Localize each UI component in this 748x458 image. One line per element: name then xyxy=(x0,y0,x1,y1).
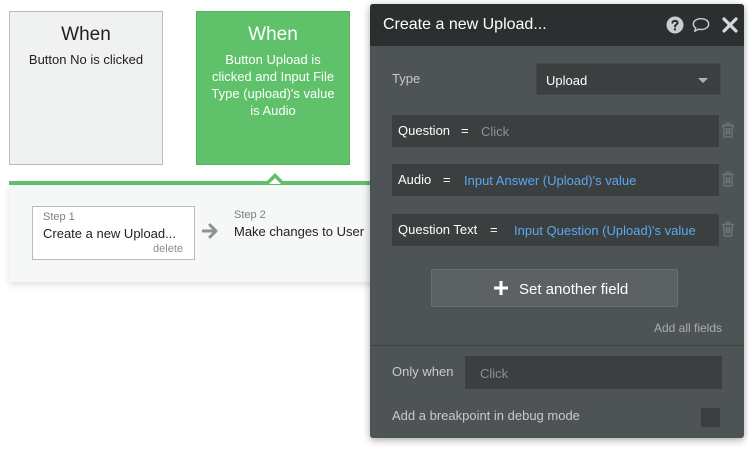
trash-icon[interactable] xyxy=(721,221,735,237)
divider xyxy=(370,345,744,346)
field-value-input[interactable]: Click xyxy=(481,124,509,139)
help-icon[interactable] xyxy=(666,16,684,34)
popup-header: Create a new Upload... xyxy=(370,4,744,46)
event-title: When xyxy=(61,24,111,45)
step-number-label: Step 1 xyxy=(43,211,75,223)
field-equals: = xyxy=(490,222,498,237)
type-label: Type xyxy=(392,71,421,86)
event-description: Button Upload is clicked and Input File … xyxy=(211,52,335,118)
type-select-value: Upload xyxy=(546,73,588,88)
arrow-right-icon xyxy=(202,223,218,239)
trash-icon[interactable] xyxy=(721,122,735,138)
plus-icon xyxy=(494,281,508,295)
field-row-question-text[interactable]: Question Text = Input Question (Upload)'… xyxy=(392,214,719,246)
step-number-label: Step 2 xyxy=(234,209,266,221)
breakpoint-checkbox[interactable] xyxy=(701,408,720,427)
only-when-label: Only when xyxy=(392,364,454,379)
add-all-fields-link[interactable]: Add all fields xyxy=(654,321,722,335)
breakpoint-label: Add a breakpoint in debug mode xyxy=(392,408,580,423)
chevron-down-icon xyxy=(698,78,708,83)
selected-event-caret-inner xyxy=(269,178,281,184)
steps-panel: Step 1 Create a new Upload... delete Ste… xyxy=(9,185,379,282)
field-equals: = xyxy=(461,123,469,138)
only-when-input[interactable]: Click xyxy=(465,356,722,389)
set-another-field-button[interactable]: Set another field xyxy=(431,269,678,307)
field-value-input[interactable]: Input Question (Upload)'s value xyxy=(514,223,696,238)
event-card-button-no[interactable]: When Button No is clicked xyxy=(9,11,163,165)
step-2-title[interactable]: Make changes to User xyxy=(234,224,364,239)
field-name: Question xyxy=(398,123,451,138)
workflow-editor: When Button No is clicked When Button Up… xyxy=(0,0,748,458)
field-row-audio[interactable]: Audio = Input Answer (Upload)'s value xyxy=(392,164,719,196)
field-equals: = xyxy=(443,172,451,187)
event-title: When xyxy=(248,24,298,45)
only-when-placeholder: Click xyxy=(480,366,509,381)
event-card-button-upload[interactable]: When Button Upload is clicked and Input … xyxy=(196,11,350,165)
popup-title: Create a new Upload... xyxy=(383,16,547,33)
field-name: Question Text xyxy=(398,222,478,237)
action-properties-popup: Create a new Upload... Type Upload Quest… xyxy=(370,4,744,438)
type-select[interactable]: Upload xyxy=(536,63,721,95)
step-title: Create a new Upload... xyxy=(43,226,176,241)
event-description: Button No is clicked xyxy=(28,52,144,67)
step-delete-link[interactable]: delete xyxy=(153,243,183,255)
set-another-field-label: Set another field xyxy=(519,281,629,298)
step-1-card[interactable]: Step 1 Create a new Upload... delete xyxy=(32,206,195,260)
close-icon[interactable] xyxy=(721,16,739,34)
trash-icon[interactable] xyxy=(721,171,735,187)
field-value-input[interactable]: Input Answer (Upload)'s value xyxy=(464,173,636,188)
comment-icon[interactable] xyxy=(692,16,710,34)
field-row-question[interactable]: Question = Click xyxy=(392,115,719,147)
field-name: Audio xyxy=(398,172,432,187)
